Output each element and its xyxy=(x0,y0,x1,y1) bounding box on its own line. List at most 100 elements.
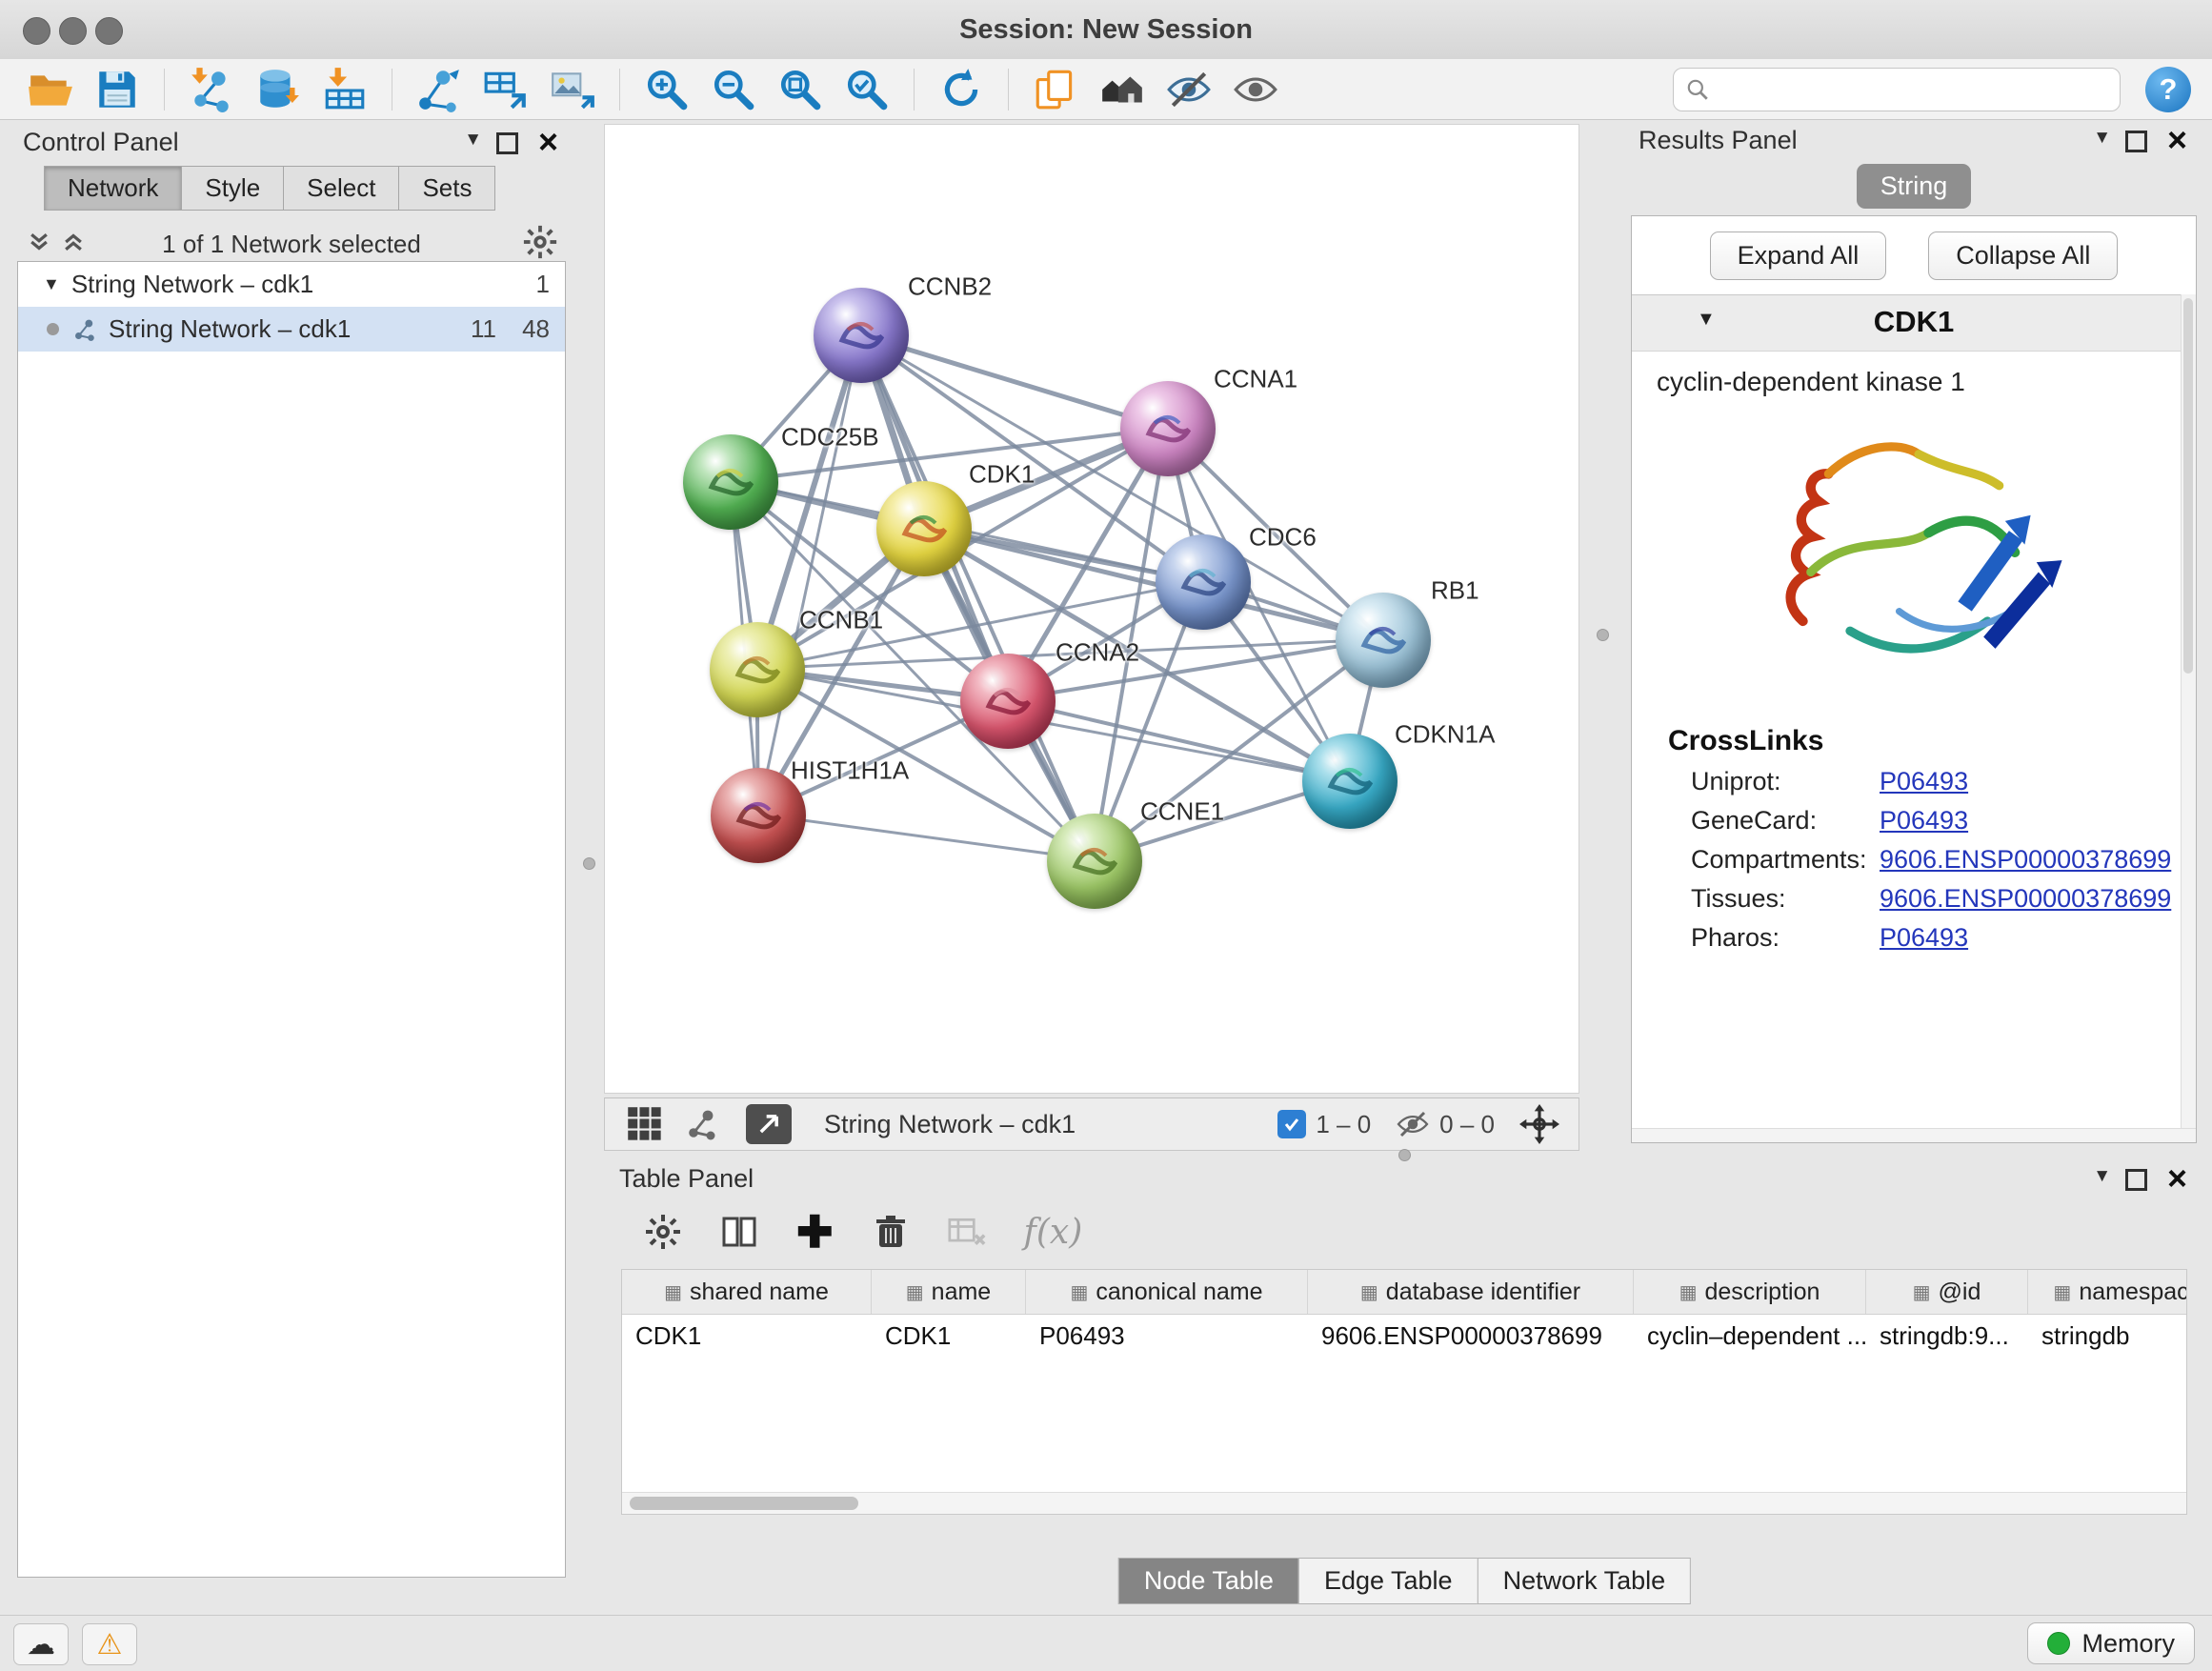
open-in-new-window-button[interactable] xyxy=(746,1104,792,1144)
memory-button[interactable]: Memory xyxy=(2027,1622,2195,1664)
network-share-icon[interactable] xyxy=(685,1107,719,1141)
network-node-rb1[interactable] xyxy=(1336,593,1431,688)
tab-edge-table[interactable]: Edge Table xyxy=(1298,1558,1478,1604)
panel-menu-icon[interactable]: ▼ xyxy=(2093,1166,2111,1187)
close-panel-icon[interactable]: × xyxy=(538,130,558,154)
protein-squiggle-icon xyxy=(710,622,805,717)
crosslink-label: GeneCard: xyxy=(1691,806,1880,836)
table-cell[interactable]: cyclin–dependent ... xyxy=(1634,1315,1866,1357)
cloud-status-button[interactable]: ☁ xyxy=(13,1623,69,1665)
crosslink-value-link[interactable]: P06493 xyxy=(1880,767,1987,796)
tab-style[interactable]: Style xyxy=(181,166,284,211)
table-cell[interactable]: 9606.ENSP00000378699 xyxy=(1308,1315,1634,1357)
hidden-eye-slash-icon[interactable] xyxy=(1396,1107,1430,1141)
zoom-in-button[interactable] xyxy=(633,62,700,117)
column-header[interactable]: ▦namespace xyxy=(2028,1270,2187,1314)
panel-menu-icon[interactable]: ▼ xyxy=(2093,128,2111,149)
show-all-button[interactable] xyxy=(1222,62,1289,117)
network-node-cdc25b[interactable] xyxy=(683,434,778,530)
import-network-database-button[interactable] xyxy=(245,62,312,117)
zoom-fit-button[interactable] xyxy=(767,62,834,117)
new-network-button[interactable] xyxy=(406,62,473,117)
network-collection-row[interactable]: ▼ String Network – cdk1 1 xyxy=(18,262,565,307)
network-node-ccnb1[interactable] xyxy=(710,622,805,717)
string-tab[interactable]: String xyxy=(1857,164,1971,209)
export-image-icon xyxy=(549,66,596,113)
delete-column-trash-icon[interactable] xyxy=(872,1213,910,1251)
export-image-button[interactable] xyxy=(539,62,606,117)
results-horizontal-scrollbar[interactable] xyxy=(1632,1128,2196,1142)
table-settings-gear-icon[interactable] xyxy=(644,1213,682,1251)
right-splitter-handle[interactable] xyxy=(1597,629,1609,641)
add-column-icon[interactable]: ✚ xyxy=(796,1213,834,1251)
first-neighbors-button[interactable] xyxy=(1089,62,1156,117)
network-edge[interactable] xyxy=(758,815,1094,860)
close-panel-icon[interactable]: × xyxy=(2167,1166,2187,1191)
control-panel-tabs: Network Style Select Sets xyxy=(44,166,573,211)
network-node-ccna2[interactable] xyxy=(960,654,1056,749)
column-header[interactable]: ▦database identifier xyxy=(1308,1270,1634,1314)
function-builder-icon[interactable]: f(x) xyxy=(1024,1213,1083,1252)
import-network-file-button[interactable] xyxy=(178,62,245,117)
show-columns-icon[interactable] xyxy=(720,1213,758,1251)
tab-select[interactable]: Select xyxy=(283,166,399,211)
table-cell[interactable]: CDK1 xyxy=(622,1315,872,1357)
birds-eye-grid-icon[interactable] xyxy=(626,1105,664,1143)
search-input[interactable] xyxy=(1719,73,2108,105)
help-button[interactable]: ? xyxy=(2145,67,2191,112)
left-splitter-handle[interactable] xyxy=(583,857,595,870)
column-header[interactable]: ▦@id xyxy=(1866,1270,2028,1314)
close-panel-icon[interactable]: × xyxy=(2167,128,2187,152)
zoom-out-button[interactable] xyxy=(700,62,767,117)
pan-crosshair-icon[interactable] xyxy=(1519,1104,1559,1144)
crosslink-value-link[interactable]: 9606.ENSP00000378699 xyxy=(1880,884,2190,914)
float-panel-icon[interactable] xyxy=(2125,131,2147,152)
network-nodes-icon xyxy=(415,66,463,113)
tab-sets[interactable]: Sets xyxy=(398,166,495,211)
network-node-cdk1[interactable] xyxy=(876,481,972,576)
table-cell[interactable]: stringdb xyxy=(2028,1315,2187,1357)
crosslink-value-link[interactable]: 9606.ENSP00000378699 xyxy=(1880,845,2190,875)
column-header[interactable]: ▦name xyxy=(872,1270,1026,1314)
warnings-button[interactable]: ⚠ xyxy=(82,1623,137,1665)
network-canvas[interactable]: CCNB2CCNA1CDC25BCDK1CDC6RB1CCNB1CCNA2CDK… xyxy=(604,124,1579,1094)
network-node-cdc6[interactable] xyxy=(1156,534,1251,630)
expand-all-button[interactable]: Expand All xyxy=(1710,232,1887,280)
bottom-splitter-handle[interactable] xyxy=(1398,1149,1411,1161)
tab-network-table[interactable]: Network Table xyxy=(1478,1558,1692,1604)
tab-network[interactable]: Network xyxy=(44,166,182,211)
network-node-ccne1[interactable] xyxy=(1047,814,1142,909)
network-options-gear-icon[interactable] xyxy=(522,224,558,265)
import-table-button[interactable] xyxy=(312,62,378,117)
network-node-ccnb2[interactable] xyxy=(814,288,909,383)
table-cell[interactable]: CDK1 xyxy=(872,1315,1026,1357)
crosslink-value-link[interactable]: P06493 xyxy=(1880,806,1987,836)
table-cell[interactable]: P06493 xyxy=(1026,1315,1308,1357)
new-network-from-table-button[interactable] xyxy=(473,62,539,117)
float-panel-icon[interactable] xyxy=(2125,1169,2147,1191)
hide-selected-button[interactable] xyxy=(1156,62,1222,117)
column-header[interactable]: ▦description xyxy=(1634,1270,1866,1314)
refresh-view-button[interactable] xyxy=(928,62,995,117)
crosslink-value-link[interactable]: P06493 xyxy=(1880,923,1987,953)
save-session-button[interactable] xyxy=(84,62,151,117)
zoom-selected-button[interactable] xyxy=(834,62,900,117)
float-panel-icon[interactable] xyxy=(496,132,518,154)
scrollbar-thumb[interactable] xyxy=(630,1497,858,1510)
results-vertical-scrollbar[interactable] xyxy=(2181,294,2196,1129)
network-row-selected[interactable]: String Network – cdk1 11 48 xyxy=(18,307,565,352)
open-session-button[interactable] xyxy=(17,62,84,117)
table-row[interactable]: CDK1 CDK1 P06493 9606.ENSP00000378699 cy… xyxy=(622,1315,2187,1357)
column-header[interactable]: ▦shared name xyxy=(622,1270,872,1314)
network-node-ccna1[interactable] xyxy=(1120,381,1216,476)
tab-node-table[interactable]: Node Table xyxy=(1118,1558,1299,1604)
table-cell[interactable]: stringdb:9... xyxy=(1866,1315,2028,1357)
column-header[interactable]: ▦canonical name xyxy=(1026,1270,1308,1314)
network-node-cdkn1a[interactable] xyxy=(1302,734,1398,829)
panel-menu-icon[interactable]: ▼ xyxy=(464,130,482,151)
table-horizontal-scrollbar[interactable] xyxy=(622,1492,2186,1514)
selected-checkbox[interactable] xyxy=(1277,1110,1306,1138)
open-recent-button[interactable] xyxy=(1022,62,1089,117)
tree-caret-icon[interactable]: ▼ xyxy=(43,274,60,294)
collapse-all-button[interactable]: Collapse All xyxy=(1928,232,2118,280)
